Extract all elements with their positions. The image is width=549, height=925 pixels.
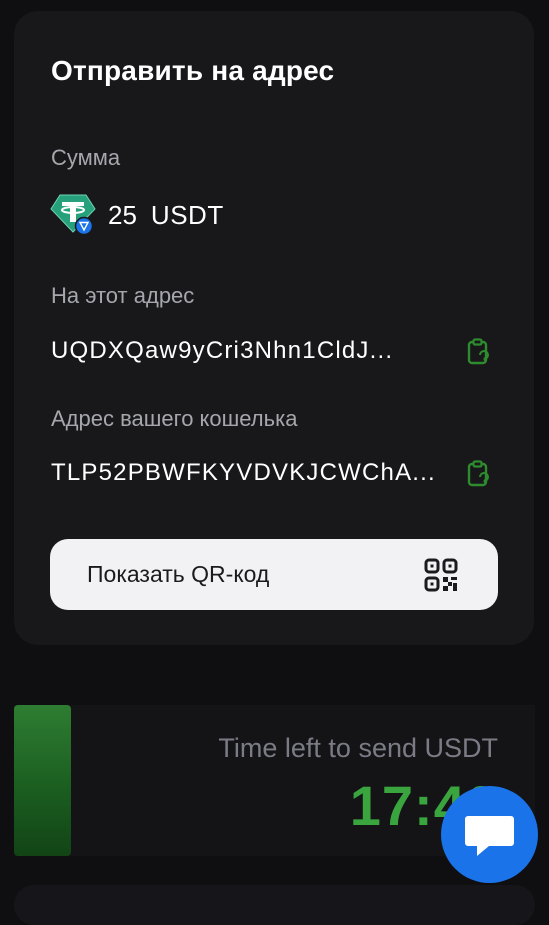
clipboard-copy-icon [467, 460, 489, 487]
qr-code-icon [424, 558, 458, 592]
support-chat-button[interactable] [441, 786, 538, 883]
amount-label: Сумма [51, 145, 121, 170]
show-qr-code-button[interactable]: Показать QR-код [50, 539, 498, 610]
clipboard-copy-icon [467, 338, 489, 365]
show-qr-code-label: Показать QR-код [87, 561, 270, 587]
amount-currency: USDT [150, 199, 224, 230]
timer-caption: Time left to send USDT [218, 733, 498, 763]
to-address-label: На этот адрес [51, 283, 195, 308]
send-to-address-card: Отправить на адрес Сумма 25 USDT На этот… [14, 11, 534, 645]
amount-row: 25 USDT [50, 194, 224, 236]
chat-bubble-icon [465, 816, 514, 856]
amount-value: 25 [108, 199, 137, 230]
card-title: Отправить на адрес [51, 55, 335, 86]
timer-progress-bar [14, 705, 71, 856]
wallet-address-value: TLP52PBWFKYVDVKJCWChA... [51, 459, 436, 486]
to-address-value: UQDXQaw9yCri3Nhn1CldJ... [51, 337, 394, 364]
copy-wallet-address-button[interactable] [466, 460, 492, 488]
tether-usdt-tron-icon [50, 194, 96, 236]
copy-to-address-button[interactable] [466, 338, 492, 366]
next-section-card [14, 885, 535, 925]
wallet-address-label: Адрес вашего кошелька [51, 406, 298, 431]
